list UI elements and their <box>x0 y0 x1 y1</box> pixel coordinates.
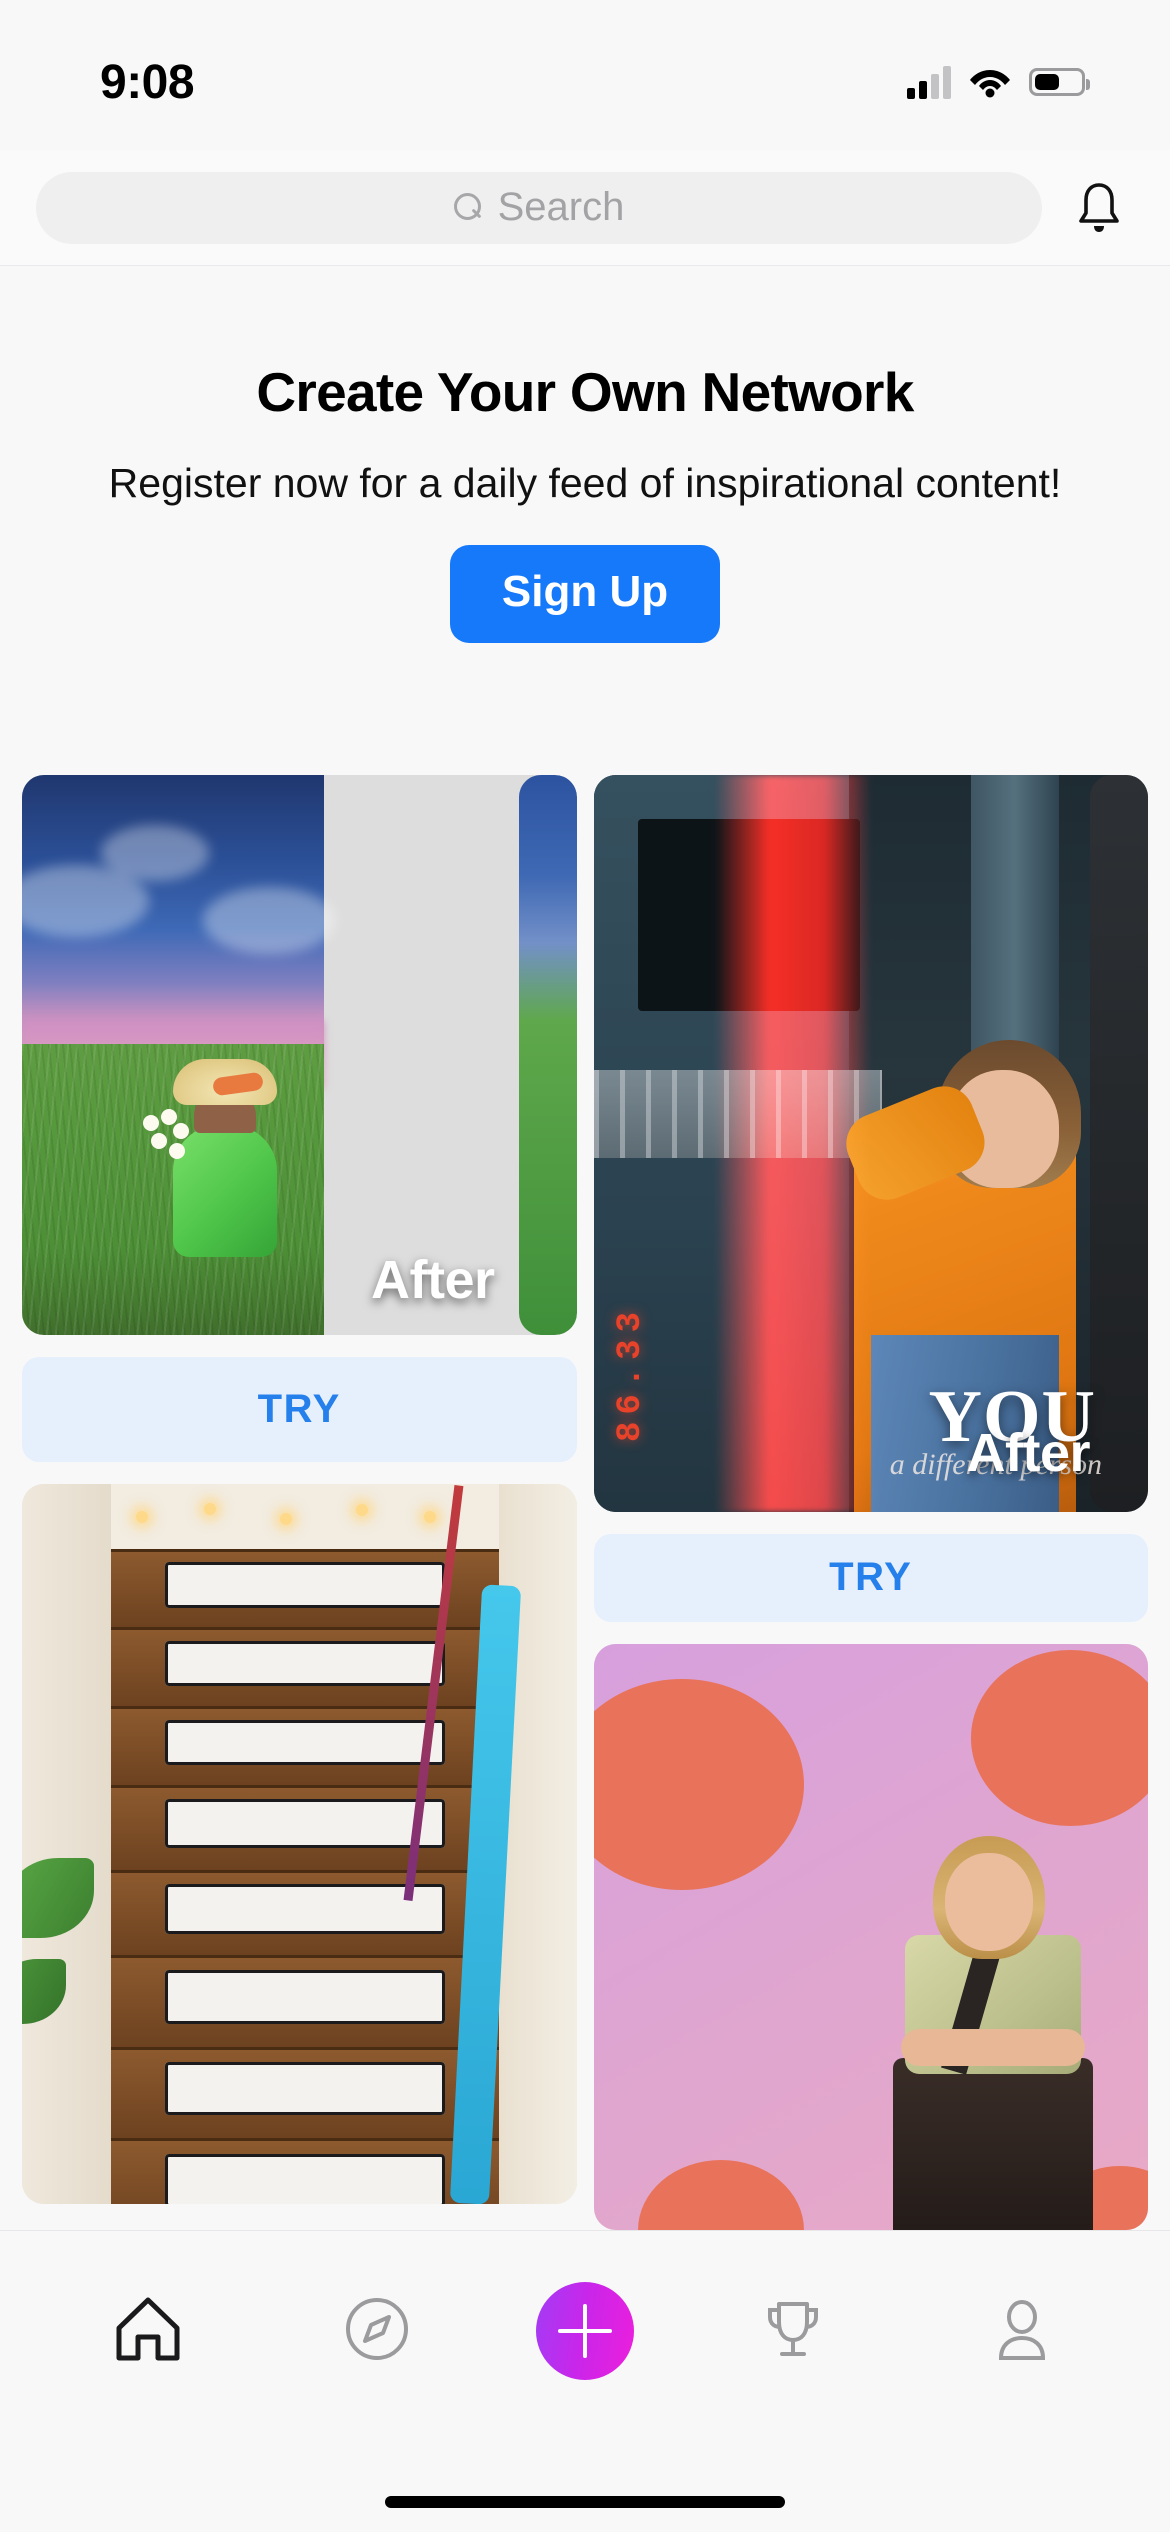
feed-column-right: 86.33 YOU a different person After TRY <box>593 775 1148 2230</box>
plus-icon <box>557 2304 612 2358</box>
discover-tab[interactable] <box>307 2271 447 2391</box>
feed-card-stairs[interactable] <box>22 1484 577 2204</box>
profile-tab[interactable] <box>952 2271 1092 2391</box>
trophy-icon <box>756 2292 830 2371</box>
card-overlay-label: After <box>966 1422 1090 1483</box>
bell-icon[interactable] <box>1072 179 1126 237</box>
search-icon <box>453 192 484 223</box>
compass-icon <box>340 2292 414 2371</box>
promo-banner: Create Your Own Network Register now for… <box>0 266 1170 643</box>
card-artwork <box>22 1484 577 2204</box>
try-button-orange[interactable]: TRY <box>593 1533 1148 1622</box>
person-icon <box>985 2292 1059 2371</box>
create-tab[interactable] <box>535 2282 634 2380</box>
wifi-icon <box>969 66 1011 98</box>
card-artwork <box>593 1643 1148 2230</box>
feed-card-orange[interactable]: 86.33 YOU a different person After <box>593 775 1148 1512</box>
page-title: Create Your Own Network <box>256 361 914 423</box>
leaderboard-tab[interactable] <box>723 2271 863 2391</box>
status-indicators <box>907 65 1090 99</box>
card-overlay-label: After <box>370 1250 495 1310</box>
search-input[interactable]: Search <box>36 171 1042 244</box>
feed-card-field[interactable]: After <box>22 775 577 1335</box>
promo-subtitle: Register now for a daily feed of inspira… <box>108 460 1062 506</box>
status-bar: 9:08 <box>0 0 1170 150</box>
card-side-strip <box>1090 775 1148 1512</box>
battery-icon <box>1029 68 1090 96</box>
phone-screen: 9:08 Search Create Your Own Network Regi… <box>0 0 1170 2532</box>
home-tab[interactable] <box>78 2271 218 2391</box>
try-button-field[interactable]: TRY <box>22 1357 577 1462</box>
search-placeholder: Search <box>497 185 625 229</box>
card-side-strip <box>518 775 577 1335</box>
tab-bar <box>0 2230 1170 2532</box>
app-header: Search <box>0 150 1170 266</box>
feed-card-pink[interactable] <box>593 1643 1148 2230</box>
feed-column-left: After TRY <box>22 775 577 2230</box>
content-feed[interactable]: After TRY 86.33 YOU a different person A… <box>0 775 1170 2230</box>
sign-up-button[interactable]: Sign Up <box>449 545 721 643</box>
card-artwork <box>22 775 337 1335</box>
status-time: 9:08 <box>100 55 195 109</box>
cellular-signal-icon <box>907 65 951 99</box>
card-led-text: 86.33 <box>611 1304 650 1442</box>
home-icon <box>111 2292 185 2371</box>
home-indicator <box>385 2496 785 2508</box>
